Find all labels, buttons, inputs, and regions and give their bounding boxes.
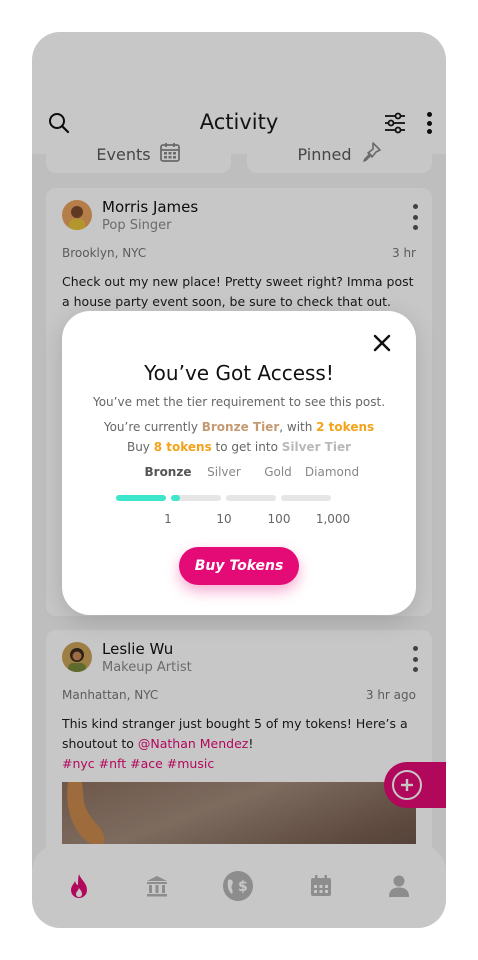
current-tier-prefix: You’re currently xyxy=(103,420,202,434)
tier-threshold-silver: 10 xyxy=(216,512,232,526)
current-token-count: 2 tokens xyxy=(316,420,375,434)
phone-screen: Activity Events Pinned Morris James Pop … xyxy=(32,32,446,928)
modal-title: You’ve Got Access! xyxy=(144,361,334,385)
tier-threshold-bronze: 1 xyxy=(164,512,172,526)
tier-progress-silver xyxy=(171,495,221,501)
tier-progress-gold xyxy=(226,495,276,501)
access-modal: You’ve Got Access! You’ve met the tier r… xyxy=(62,311,416,615)
buy-prefix: Buy xyxy=(126,440,154,454)
tier-progress-diamond xyxy=(281,495,331,501)
next-tier-text: Buy 8 tokens to get into Silver Tier xyxy=(62,440,416,454)
tier-threshold-diamond: 1,000 xyxy=(315,512,351,526)
next-tier-name: Silver Tier xyxy=(281,440,352,454)
tier-progress-fill xyxy=(171,495,180,501)
current-tier-mid: , with xyxy=(279,420,317,434)
buy-mid: to get into xyxy=(211,440,282,454)
tier-progress-bronze xyxy=(116,495,166,501)
close-icon[interactable] xyxy=(370,331,394,355)
tokens-needed: 8 tokens xyxy=(153,440,212,454)
tier-label-diamond: Diamond xyxy=(304,465,360,479)
current-tier-text: You’re currently Bronze Tier, with 2 tok… xyxy=(62,420,416,434)
tier-progress-fill xyxy=(116,495,166,501)
buy-tokens-button[interactable]: Buy Tokens xyxy=(179,547,299,585)
tier-threshold-gold: 100 xyxy=(267,512,291,526)
modal-description: You’ve met the tier requirement to see t… xyxy=(92,395,386,409)
current-tier-name: Bronze Tier xyxy=(201,420,280,434)
